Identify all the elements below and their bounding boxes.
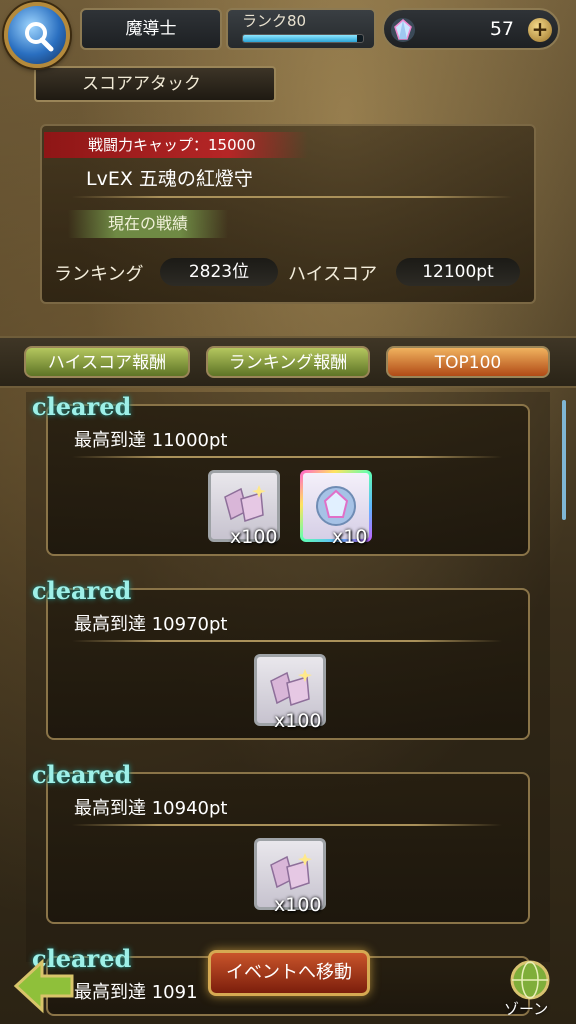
stage-name: LvEX 五魂の紅燈守 bbox=[86, 168, 253, 190]
reward-quantity: x100 bbox=[230, 526, 278, 548]
class-name: 魔導士 bbox=[80, 8, 222, 50]
reward-threshold: 最高到達 10970pt bbox=[74, 614, 228, 635]
gem-count: 57 bbox=[489, 18, 514, 40]
tab-ranking-rewards[interactable]: ランキング報酬 bbox=[206, 346, 370, 378]
ranking-label: ランキング bbox=[54, 264, 144, 285]
rainbow-gem-icon bbox=[316, 486, 356, 526]
stage-info-card: 戦闘力キャップ：15000 LvEX 五魂の紅燈守 現在の戦績 ランキング 28… bbox=[40, 124, 536, 304]
highscore-label: ハイスコア bbox=[288, 264, 378, 285]
ranking-value: 2823位 bbox=[160, 258, 278, 286]
reward-threshold: 最高到達 11000pt bbox=[74, 430, 228, 451]
rank-progress-fill bbox=[243, 35, 357, 42]
globe-icon bbox=[510, 960, 550, 1000]
crystal-icon bbox=[391, 18, 415, 42]
reward-quantity: x100 bbox=[274, 710, 322, 732]
reward-card: 最高到達 10970pt x100 bbox=[46, 588, 530, 740]
crystal-shards-icon bbox=[270, 669, 312, 706]
cleared-label: cleared bbox=[32, 760, 132, 789]
current-record-label: 現在の戦績 bbox=[68, 210, 228, 238]
cleared-label: cleared bbox=[32, 392, 132, 421]
tab-highscore-rewards[interactable]: ハイスコア報酬 bbox=[24, 346, 190, 378]
rank-box: ランク80 bbox=[226, 8, 376, 50]
divider bbox=[72, 456, 502, 458]
go-to-event-button[interactable]: イベントへ移動 bbox=[208, 950, 370, 996]
divider bbox=[72, 196, 512, 198]
rank-label: ランク80 bbox=[242, 12, 307, 30]
divider bbox=[72, 640, 502, 642]
rank-progress-bar bbox=[242, 34, 364, 43]
reward-threshold: 最高到達 10940pt bbox=[74, 798, 228, 819]
add-gems-button[interactable]: + bbox=[528, 18, 552, 42]
power-cap-badge: 戦闘力キャップ：15000 bbox=[44, 132, 308, 158]
reward-quantity: x100 bbox=[274, 894, 322, 916]
tab-top100[interactable]: TOP100 bbox=[386, 346, 550, 378]
reward-card: 最高到達 11000pt x100 x10 bbox=[46, 404, 530, 556]
zone-label: ゾーン bbox=[504, 1000, 549, 1018]
magnifier-icon bbox=[25, 22, 54, 52]
highscore-value: 12100pt bbox=[396, 258, 520, 286]
menu-button[interactable] bbox=[4, 2, 70, 68]
cleared-label: cleared bbox=[32, 576, 132, 605]
back-arrow-icon[interactable] bbox=[12, 958, 76, 1014]
reward-card: 最高到達 10940pt x100 bbox=[46, 772, 530, 924]
zone-button[interactable]: ゾーン bbox=[500, 958, 560, 1022]
divider bbox=[72, 824, 502, 826]
reward-threshold: 最高到達 1091 bbox=[74, 982, 198, 1003]
crystal-shards-icon bbox=[224, 485, 266, 522]
crystal-shards-icon bbox=[270, 853, 312, 890]
top-bar: 魔導士 ランク80 57 + bbox=[0, 0, 576, 68]
gem-counter: 57 + bbox=[382, 8, 560, 50]
reward-quantity: x10 bbox=[332, 526, 368, 548]
score-attack-title: スコアアタック bbox=[34, 66, 276, 102]
scrollbar[interactable] bbox=[562, 400, 566, 520]
